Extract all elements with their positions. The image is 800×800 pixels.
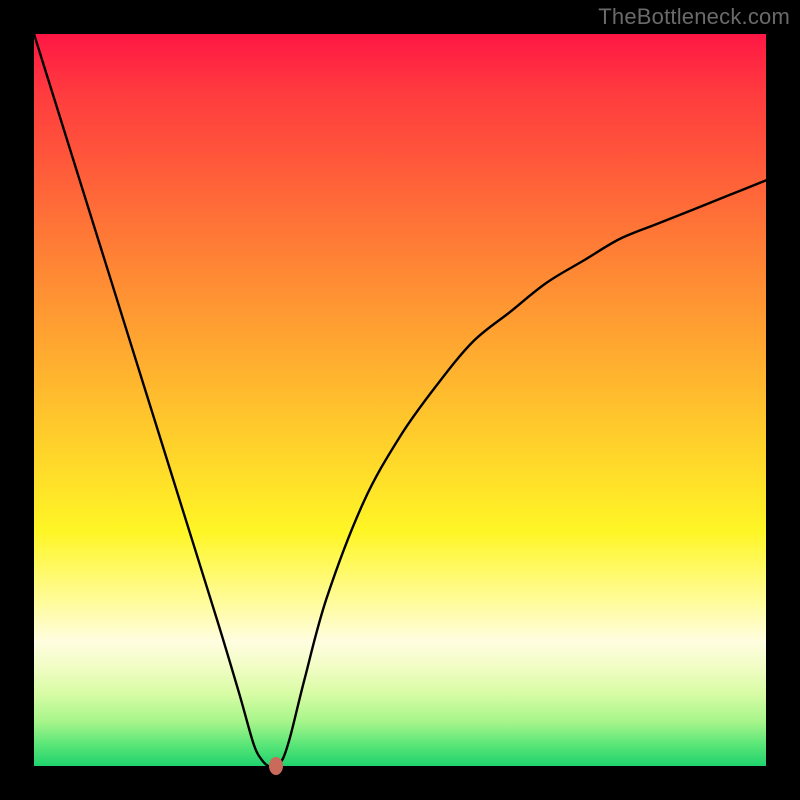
chart-frame: TheBottleneck.com: [0, 0, 800, 800]
watermark-text: TheBottleneck.com: [598, 4, 790, 30]
plot-area: [34, 34, 766, 766]
minimum-marker: [269, 757, 283, 775]
bottleneck-curve: [34, 34, 766, 766]
